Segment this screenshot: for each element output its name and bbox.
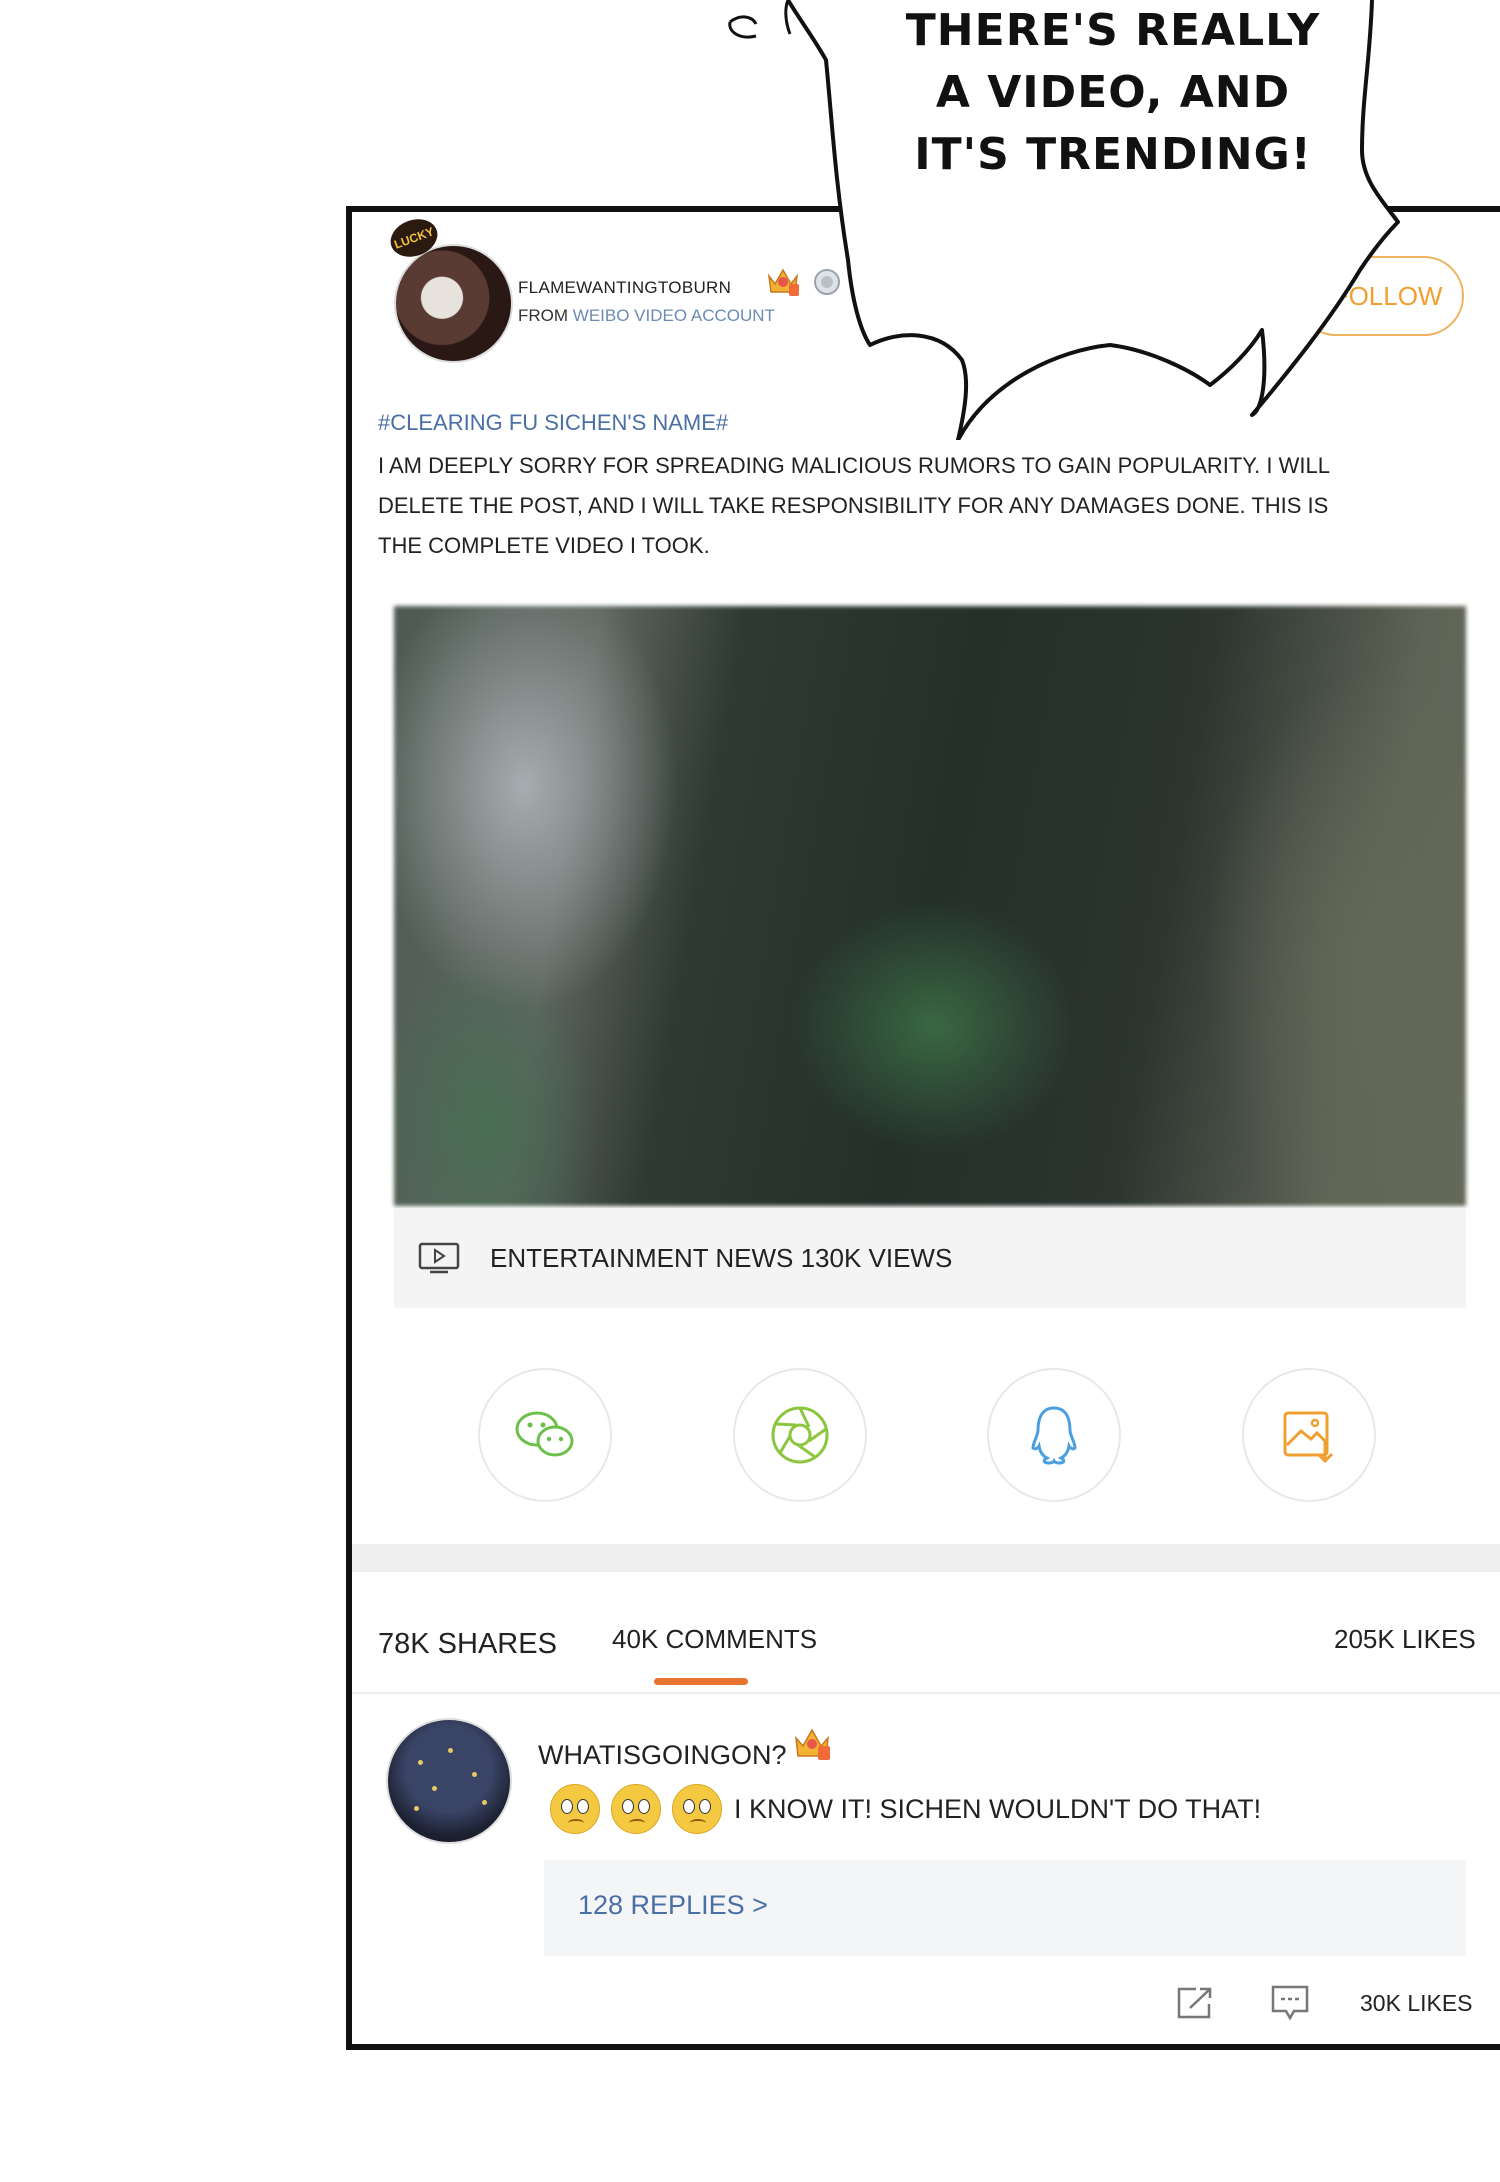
sad-emoji-icon bbox=[550, 1784, 600, 1834]
video-play-icon bbox=[418, 1242, 460, 1274]
author-avatar-group[interactable]: LUCKY bbox=[385, 212, 515, 365]
tab-divider bbox=[352, 1692, 1500, 1694]
replies-label: 128 REPLIES > bbox=[578, 1890, 768, 1920]
comment-icon[interactable] bbox=[1270, 1984, 1310, 2022]
speech-bubble-text: THERE'S REALLY A VIDEO, AND IT'S TRENDIN… bbox=[888, 0, 1338, 186]
tab-comments[interactable]: 40K COMMENTS bbox=[612, 1624, 817, 1655]
video-caption-bar[interactable]: ENTERTAINMENT NEWS 130K VIEWS bbox=[394, 1208, 1466, 1308]
active-tab-indicator bbox=[654, 1678, 748, 1685]
post-hashtag[interactable]: #CLEARING FU SICHEN'S NAME# bbox=[378, 410, 728, 436]
save-image-button[interactable] bbox=[1242, 1368, 1376, 1502]
post-source-link[interactable]: WEIBO VIDEO ACCOUNT bbox=[573, 306, 775, 325]
sad-emoji-icon bbox=[611, 1784, 661, 1834]
author-username[interactable]: FLAMEWANTINGTOBURN bbox=[518, 278, 731, 298]
qq-icon bbox=[1031, 1406, 1077, 1465]
bubble-line-1: THERE'S REALLY bbox=[905, 5, 1321, 56]
share-qq-button[interactable] bbox=[987, 1368, 1121, 1502]
crown-badge-icon bbox=[794, 1728, 830, 1760]
share-icon[interactable] bbox=[1176, 1986, 1214, 2020]
commenter-username[interactable]: WHATISGOINGON? bbox=[538, 1740, 787, 1771]
sad-emoji-icon bbox=[672, 1784, 722, 1834]
author-avatar[interactable] bbox=[394, 244, 513, 363]
post-source-prefix: FROM bbox=[518, 306, 569, 325]
post-source: FROM WEIBO VIDEO ACCOUNT bbox=[518, 306, 775, 326]
video-caption-text: ENTERTAINMENT NEWS 130K VIEWS bbox=[490, 1242, 953, 1273]
bubble-line-3: IT'S TRENDING! bbox=[914, 129, 1312, 180]
view-replies-button[interactable]: 128 REPLIES > bbox=[544, 1860, 1466, 1956]
commenter-avatar[interactable] bbox=[386, 1718, 512, 1844]
tab-likes[interactable]: 205K LIKES bbox=[1334, 1624, 1476, 1655]
share-wechat-button[interactable] bbox=[478, 1368, 612, 1502]
video-player[interactable] bbox=[394, 606, 1466, 1206]
post-body-text: I AM DEEPLY SORRY FOR SPREADING MALICIOU… bbox=[378, 453, 1330, 558]
comment-text: I KNOW IT! SICHEN WOULDN'T DO THAT! bbox=[734, 1794, 1262, 1824]
follow-button[interactable]: +FOLLOW bbox=[1296, 256, 1464, 336]
moments-icon bbox=[771, 1406, 829, 1464]
save-image-icon bbox=[1283, 1411, 1334, 1464]
share-moments-button[interactable] bbox=[733, 1368, 867, 1502]
comment-likes[interactable]: 30K LIKES bbox=[1360, 1990, 1473, 2017]
bubble-line-2: A VIDEO, AND bbox=[935, 67, 1291, 118]
medal-badge-icon bbox=[814, 269, 840, 295]
section-divider bbox=[352, 1544, 1500, 1572]
wechat-icon bbox=[515, 1411, 574, 1457]
tab-shares[interactable]: 78K SHARES bbox=[378, 1628, 557, 1661]
crown-badge-icon bbox=[767, 268, 799, 296]
